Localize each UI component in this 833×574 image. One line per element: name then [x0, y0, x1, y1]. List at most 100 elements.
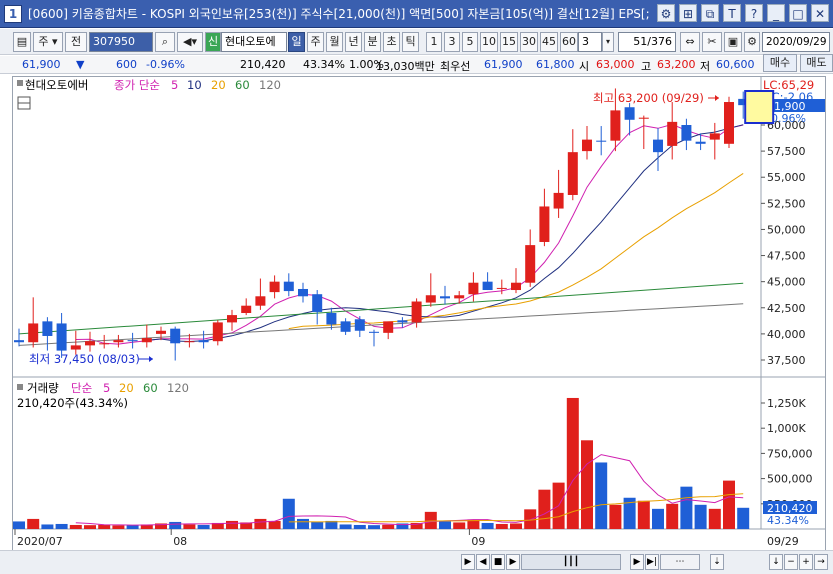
maximize-icon[interactable]: □ — [789, 4, 807, 22]
quote-amount: 13,030백만 — [376, 60, 435, 73]
candle-body — [56, 323, 67, 351]
title-bar: 1 [0600] 키움종합차트 - KOSPI 외국인보유[253(천)] 주식… — [0, 0, 833, 28]
legend-marker — [17, 80, 23, 86]
scissors-icon[interactable]: ✂ — [702, 32, 722, 52]
interval-button-3[interactable]: 10 — [480, 32, 498, 52]
price-tick-label: 45,000 — [767, 276, 806, 289]
volume-bar — [197, 524, 210, 529]
search-icon[interactable]: ⌕ — [155, 32, 175, 52]
scroll-down-icon[interactable]: ⇣ — [710, 554, 724, 570]
volume-bar — [27, 518, 40, 529]
quote-open: 63,000 — [596, 58, 635, 71]
prev-button[interactable]: 전 — [65, 32, 87, 52]
quote-high: 63,200 — [657, 58, 696, 71]
quote-bar: 61,900 ▼ 600 -0.96% 210,420 43.34% 1.00%… — [0, 54, 833, 74]
volume-bar — [41, 524, 54, 529]
scroll-end-icon[interactable]: ▶| — [645, 554, 659, 570]
zoom-down-icon[interactable]: ↓ — [769, 554, 783, 570]
volume-bar — [680, 486, 693, 529]
scroll-play-icon[interactable]: ▶ — [630, 554, 644, 570]
volume-bar — [538, 489, 551, 529]
scroll-prev-icon[interactable]: ◀ — [476, 554, 490, 570]
sell-button[interactable]: 매도 — [800, 54, 833, 72]
volume-bar — [637, 500, 650, 529]
volume-bar — [694, 504, 707, 529]
period-button-2[interactable]: 월 — [326, 32, 343, 52]
quote-low: 60,600 — [716, 58, 755, 71]
period-button-1[interactable]: 주 — [307, 32, 324, 52]
period-button-4[interactable]: 분 — [364, 32, 381, 52]
quote-change: 600 — [116, 58, 137, 71]
interval-button-1[interactable]: 3 — [444, 32, 460, 52]
settings-icon[interactable]: ⚙ — [657, 4, 675, 22]
candle-body — [610, 110, 621, 141]
volume-bar — [510, 523, 522, 529]
volume-bar — [55, 523, 68, 529]
volume-bar — [254, 518, 267, 529]
interval-button-4[interactable]: 15 — [500, 32, 518, 52]
ma60-line — [18, 282, 744, 335]
volume-bar — [98, 524, 111, 529]
candle-body — [198, 340, 209, 343]
volume-bar — [737, 507, 750, 529]
scroll-thumb[interactable]: ┃┃┃ — [521, 554, 621, 570]
period-button-6[interactable]: 틱 — [402, 32, 419, 52]
volume-bar — [495, 523, 508, 529]
price-tick-label: 40,000 — [767, 328, 806, 341]
zoom-reset-icon[interactable]: → — [814, 554, 828, 570]
scroll-start-icon[interactable]: ▶ — [461, 554, 475, 570]
interval-button-6[interactable]: 45 — [540, 32, 558, 52]
scroll-track[interactable]: ⋯ — [660, 554, 700, 570]
volume-legend-period: 5 — [103, 381, 110, 395]
window-icon[interactable]: ⧉ — [701, 4, 719, 22]
gear-icon[interactable]: ⚙ — [744, 32, 760, 52]
candle-body — [340, 321, 351, 332]
period-button-3[interactable]: 년 — [345, 32, 362, 52]
buy-button[interactable]: 매수 — [763, 54, 797, 72]
candle-body — [255, 296, 266, 306]
zoom-out-icon[interactable]: − — [784, 554, 798, 570]
candle-body — [624, 107, 635, 120]
candle-body — [354, 319, 365, 331]
save-icon[interactable]: ▣ — [724, 32, 742, 52]
sound-icon[interactable]: ◀▾ — [177, 32, 203, 52]
volume-bar — [69, 524, 82, 529]
candle-body — [227, 315, 237, 323]
close-icon[interactable]: ✕ — [811, 4, 829, 22]
candle-body — [724, 102, 734, 144]
type-select[interactable]: 주 ▾ — [33, 32, 63, 52]
volume-bar — [226, 520, 238, 529]
expand-icon[interactable]: ⇔ — [680, 32, 700, 52]
interval-button-5[interactable]: 30 — [520, 32, 538, 52]
chart-area[interactable]: 37,500 40,000 42,500 45,000 47,500 50,000 52,5… — [12, 76, 826, 551]
price-tick-label: 52,500 — [767, 197, 806, 210]
minimize-icon[interactable]: _ — [767, 4, 785, 22]
interval-dropdown-icon[interactable]: ▾ — [602, 32, 614, 52]
scroll-stop-icon[interactable]: ■ — [491, 554, 505, 570]
interval-select[interactable]: 3 — [578, 32, 602, 52]
interval-button-0[interactable]: 1 — [426, 32, 442, 52]
volume-bar — [297, 518, 309, 529]
candle-body — [283, 281, 294, 292]
scroll-next-icon[interactable]: ▶ — [506, 554, 520, 570]
pin-icon[interactable]: T — [723, 4, 741, 22]
chart-canvas[interactable]: 37,500 40,000 42,500 45,000 47,500 50,000 52,5… — [13, 77, 825, 550]
quote-ask: 61,900 — [484, 58, 523, 71]
interval-button-7[interactable]: 60 — [560, 32, 578, 52]
stock-name-field: 현대오토에 — [221, 32, 287, 52]
help-icon[interactable]: ? — [745, 4, 763, 22]
link-icon[interactable]: ⊞ — [679, 4, 697, 22]
scrollbar[interactable]: ▶ ◀ ■ ▶ ┃┃┃ ▶ ▶| ⋯ ⇣ ↓ − + → — [0, 550, 833, 574]
period-button-5[interactable]: 초 — [383, 32, 400, 52]
code-input[interactable]: 307950 — [89, 32, 153, 52]
date-input[interactable]: 2020/09/29 — [762, 32, 830, 52]
candle-body — [709, 133, 720, 140]
candle-body — [170, 328, 181, 344]
interval-button-2[interactable]: 5 — [462, 32, 478, 52]
candle-body — [596, 140, 607, 142]
zoom-in-icon[interactable]: + — [799, 554, 813, 570]
period-button-0[interactable]: 일 — [288, 32, 305, 52]
window-title: [0600] 키움종합차트 - KOSPI 외국인보유[253(천)] 주식수[… — [28, 7, 650, 21]
toolbar-menu-icon[interactable]: ▤ — [13, 32, 31, 52]
candle-body — [397, 320, 408, 323]
